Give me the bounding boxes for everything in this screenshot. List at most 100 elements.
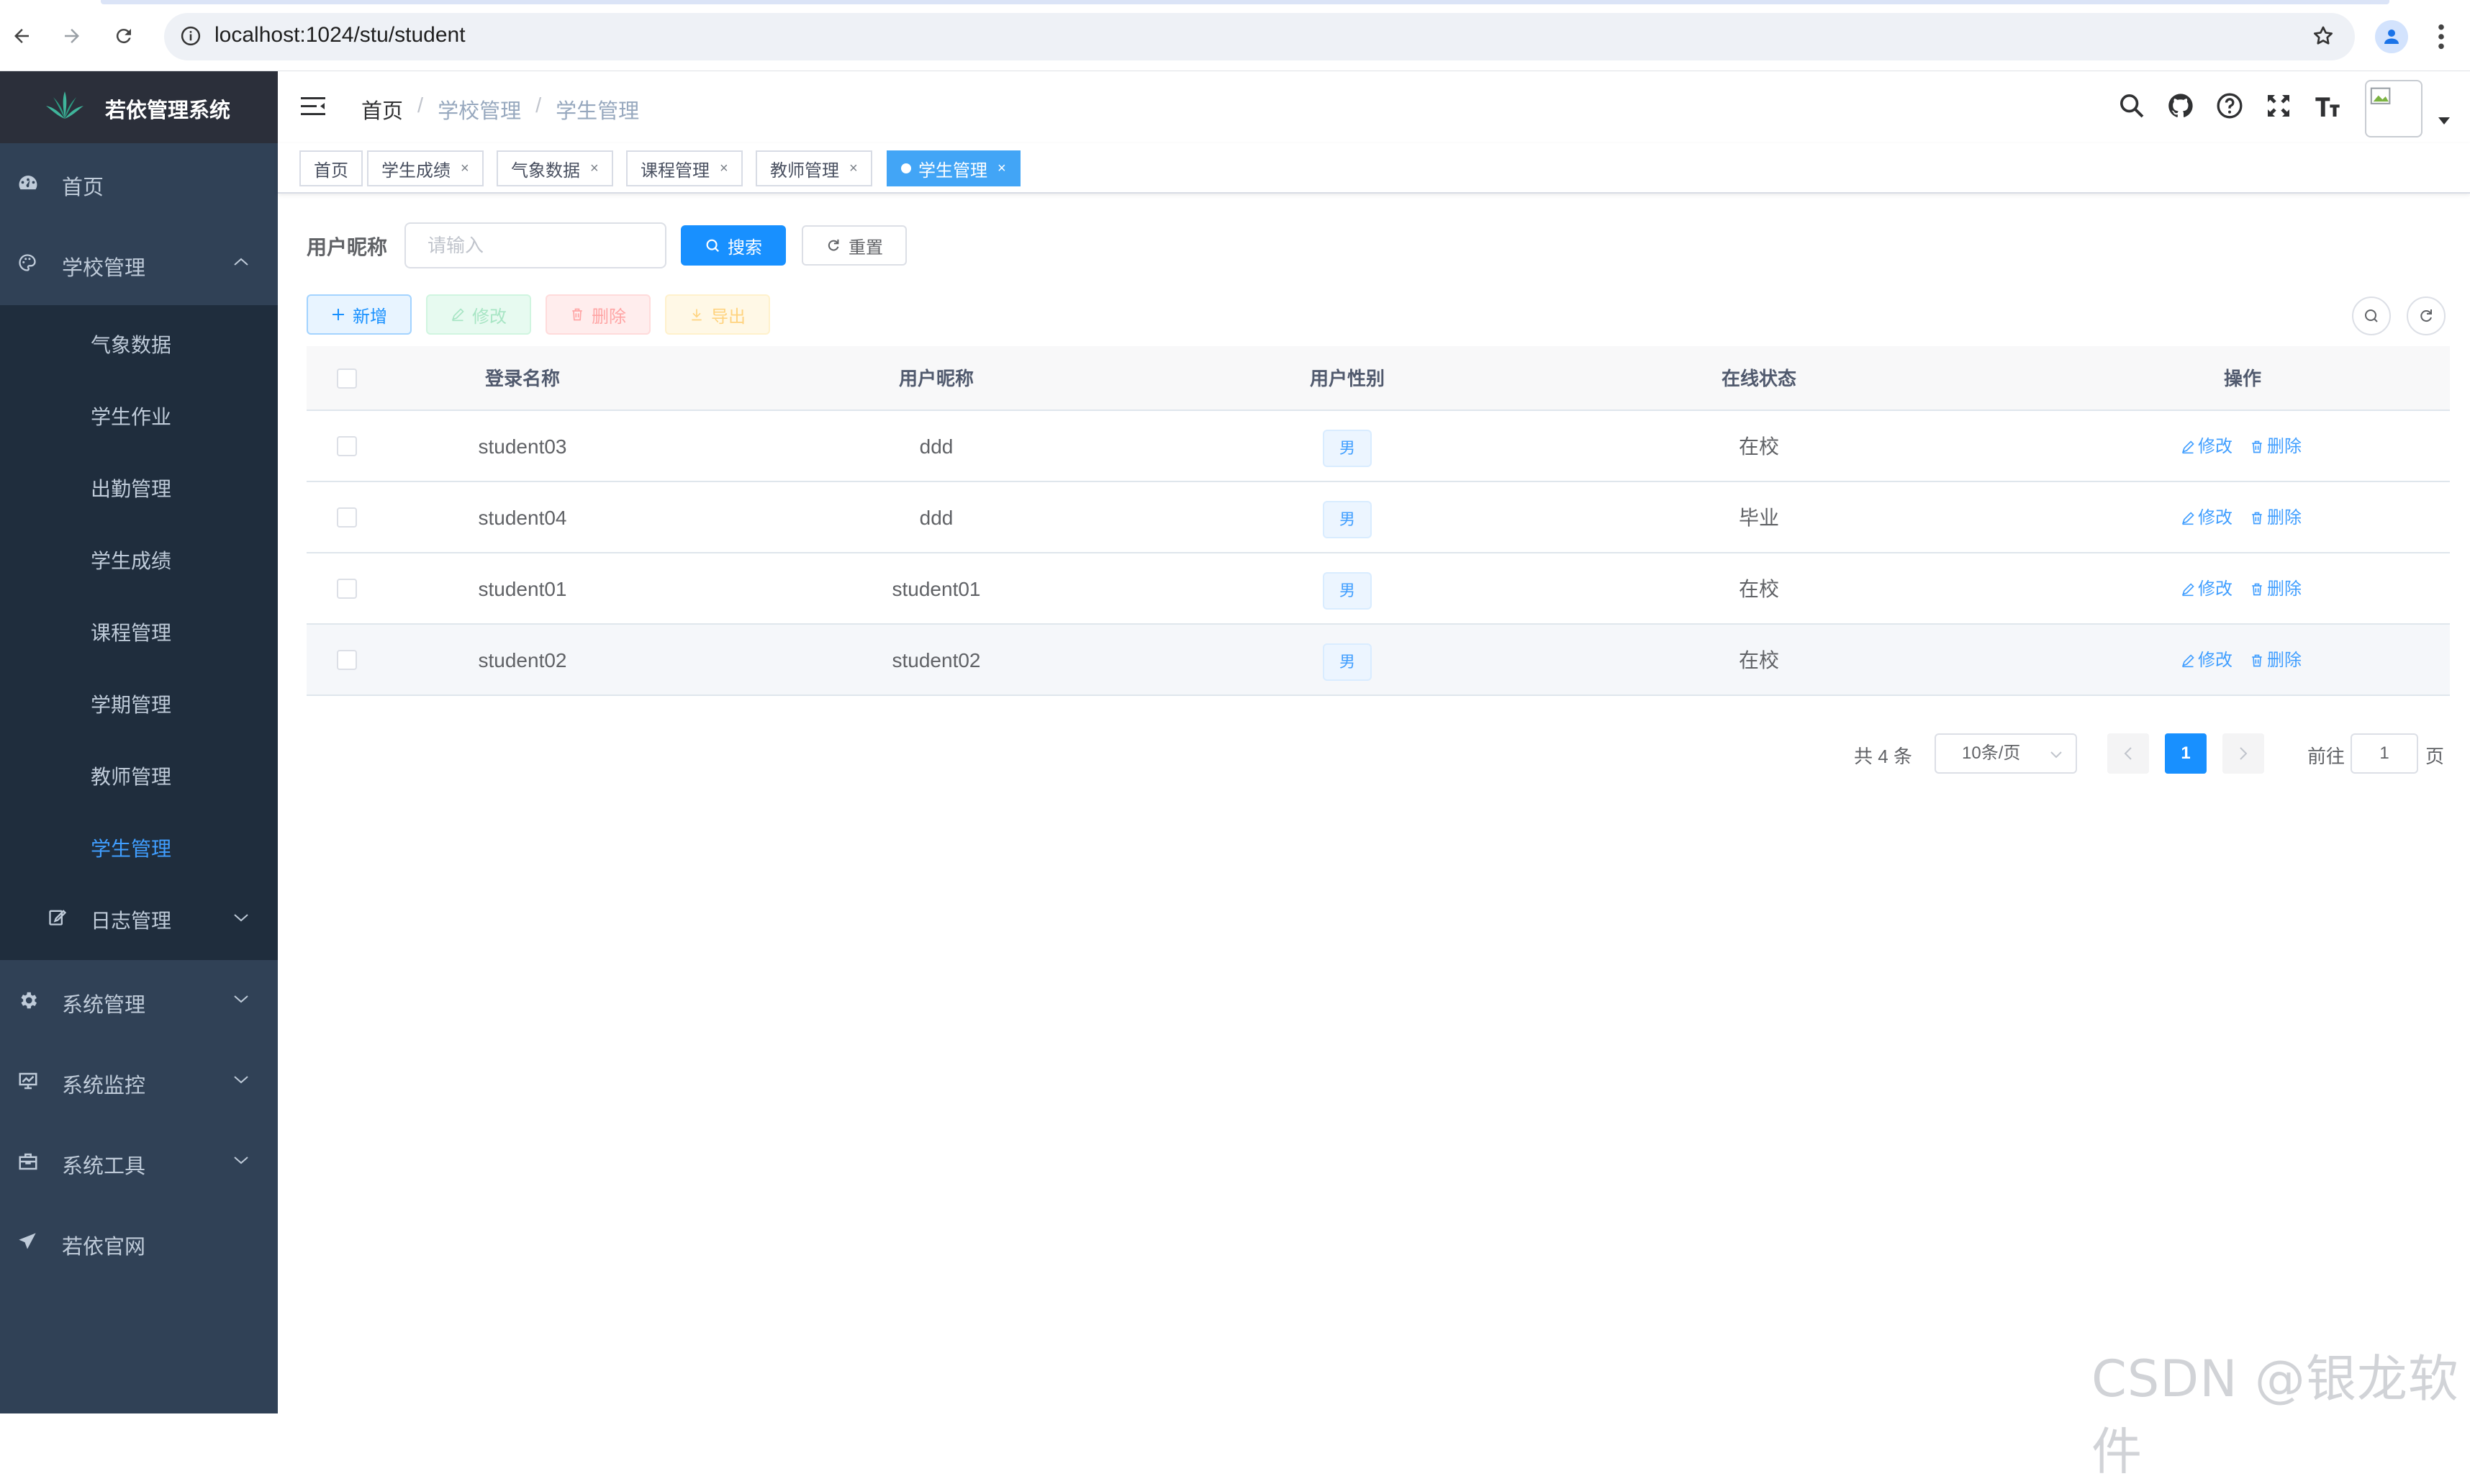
sidebar-sub-homework[interactable]: 学生作业 (0, 377, 278, 449)
row-delete-link[interactable]: 删除 (2250, 553, 2302, 625)
select-all-checkbox[interactable] (337, 368, 357, 389)
plus-icon (332, 309, 344, 320)
sidebar-item-home[interactable]: 首页 (0, 143, 278, 224)
sidebar-sub-scores[interactable]: 学生成绩 (0, 521, 278, 593)
header-actions: 操作 (2223, 368, 2261, 389)
row-checkbox[interactable] (337, 507, 357, 528)
refresh-table-button[interactable] (2407, 297, 2446, 335)
row-edit-link[interactable]: 修改 (2181, 482, 2232, 553)
site-info-icon[interactable] (180, 25, 202, 47)
tag-teachers[interactable]: 教师管理 × (756, 150, 872, 186)
row-edit-link[interactable]: 修改 (2181, 411, 2232, 482)
avatar[interactable] (2365, 80, 2422, 137)
pagination: 共 4 条 10条/页 1 前往 1 页 (278, 732, 2470, 775)
row-delete-link[interactable]: 删除 (2250, 625, 2302, 696)
sub-item-label: 教师管理 (91, 766, 172, 788)
close-icon[interactable]: × (590, 160, 599, 177)
sidebar-sub-attendance[interactable]: 出勤管理 (0, 449, 278, 521)
sidebar-sub-courses[interactable]: 课程管理 (0, 593, 278, 665)
add-button[interactable]: 新增 (307, 294, 412, 335)
fullscreen-icon[interactable] (2264, 91, 2293, 120)
trash-icon (2252, 440, 2262, 453)
help-icon[interactable] (2215, 91, 2244, 120)
tag-weather[interactable]: 气象数据 × (497, 150, 613, 186)
row-edit-link[interactable]: 修改 (2181, 625, 2232, 696)
github-icon[interactable] (2166, 91, 2195, 120)
edit-button[interactable]: 修改 (426, 294, 531, 335)
search-button-label: 搜索 (728, 237, 762, 258)
close-icon[interactable]: × (720, 160, 728, 177)
download-icon (692, 309, 702, 321)
sidebar-item-monitor[interactable]: 系统监控 (0, 1041, 278, 1122)
back-arrow-icon[interactable] (6, 20, 37, 52)
tag-home[interactable]: 首页 (299, 150, 363, 186)
sidebar-item-school[interactable]: 学校管理 (0, 224, 278, 304)
row-delete-link[interactable]: 删除 (2250, 411, 2302, 482)
row-checkbox[interactable] (337, 436, 357, 456)
tag-label: 学生成绩 (381, 160, 451, 181)
sidebar-item-label: 若依官网 (62, 1236, 146, 1259)
nickname-label: 用户昵称 (307, 236, 388, 258)
submenu-school: 气象数据 学生作业 出勤管理 学生成绩 课程管理 学期管理 教师管理 学生管理 … (0, 305, 278, 960)
row-checkbox[interactable] (337, 650, 357, 670)
forward-arrow-icon[interactable] (56, 20, 88, 52)
breadcrumb-separator: / (417, 94, 424, 117)
delete-link-label: 删除 (2267, 437, 2302, 456)
watermark: CSDN @银龙软件 (2091, 1349, 2459, 1481)
cell-status: 在校 (1738, 578, 1779, 600)
active-dot (901, 163, 911, 173)
caret-down-icon[interactable] (2438, 117, 2450, 125)
tag-students[interactable]: 学生管理 × (887, 150, 1021, 186)
hamburger-icon[interactable] (301, 96, 325, 117)
close-icon[interactable]: × (461, 160, 469, 177)
goto-page-input[interactable]: 1 (2351, 733, 2418, 774)
breadcrumb-current: 学生管理 (556, 100, 640, 123)
nickname-input[interactable]: 请输入 (404, 222, 666, 268)
page-size-select[interactable]: 10条/页 (1935, 733, 2077, 774)
reload-icon[interactable] (108, 20, 140, 52)
tag-courses[interactable]: 课程管理 × (626, 150, 743, 186)
search-icon[interactable] (2117, 91, 2146, 120)
row-delete-link[interactable]: 删除 (2250, 482, 2302, 553)
row-checkbox[interactable] (337, 579, 357, 599)
reset-button[interactable]: 重置 (802, 225, 907, 266)
search-button[interactable]: 搜索 (681, 225, 786, 266)
browser-menu-icon[interactable] (2437, 23, 2446, 50)
breadcrumb-home[interactable]: 首页 (361, 94, 403, 125)
add-button-label: 新增 (353, 307, 387, 327)
sidebar-sub-teachers[interactable]: 教师管理 (0, 737, 278, 809)
row-edit-link[interactable]: 修改 (2181, 553, 2232, 625)
sidebar-sub-logs[interactable]: 日志管理 (0, 881, 278, 960)
sidebar-item-tools[interactable]: 系统工具 (0, 1122, 278, 1203)
sidebar-item-website[interactable]: 若依官网 (0, 1203, 278, 1283)
font-size-icon[interactable] (2313, 91, 2342, 120)
close-icon[interactable]: × (998, 160, 1006, 177)
tag-scores[interactable]: 学生成绩 × (367, 150, 484, 186)
browser-chrome: localhost:1024/stu/student (0, 0, 2470, 71)
palette-icon (17, 253, 37, 273)
edit-button-label: 修改 (472, 307, 507, 327)
page-number-current[interactable]: 1 (2165, 733, 2207, 774)
trash-icon (2252, 654, 2262, 666)
toggle-search-button[interactable] (2352, 297, 2391, 335)
close-icon[interactable]: × (849, 160, 858, 177)
sub-item-label: 学生成绩 (91, 550, 172, 572)
cell-login-name: student03 (478, 435, 567, 458)
address-bar[interactable]: localhost:1024/stu/student (164, 13, 2355, 60)
sex-tag: 男 (1323, 643, 1372, 681)
search-icon (706, 239, 720, 253)
profile-icon[interactable] (2375, 20, 2408, 53)
prev-page-button[interactable] (2107, 733, 2149, 774)
table-row: student03 ddd 男 在校 修改 删除 (307, 411, 2450, 482)
sidebar-item-system[interactable]: 系统管理 (0, 961, 278, 1041)
delete-button[interactable]: 删除 (546, 294, 651, 335)
bookmark-star-icon[interactable] (2312, 24, 2335, 47)
sidebar-sub-terms[interactable]: 学期管理 (0, 665, 278, 737)
chevron-down-icon (233, 1074, 249, 1085)
sidebar-logo[interactable]: 若依管理系统 (0, 71, 278, 143)
sidebar-sub-weather[interactable]: 气象数据 (0, 305, 278, 377)
sidebar-sub-students[interactable]: 学生管理 (0, 809, 278, 881)
table-header: 登录名称 用户昵称 用户性别 在线状态 操作 (307, 346, 2450, 411)
next-page-button[interactable] (2222, 733, 2264, 774)
export-button[interactable]: 导出 (665, 294, 770, 335)
